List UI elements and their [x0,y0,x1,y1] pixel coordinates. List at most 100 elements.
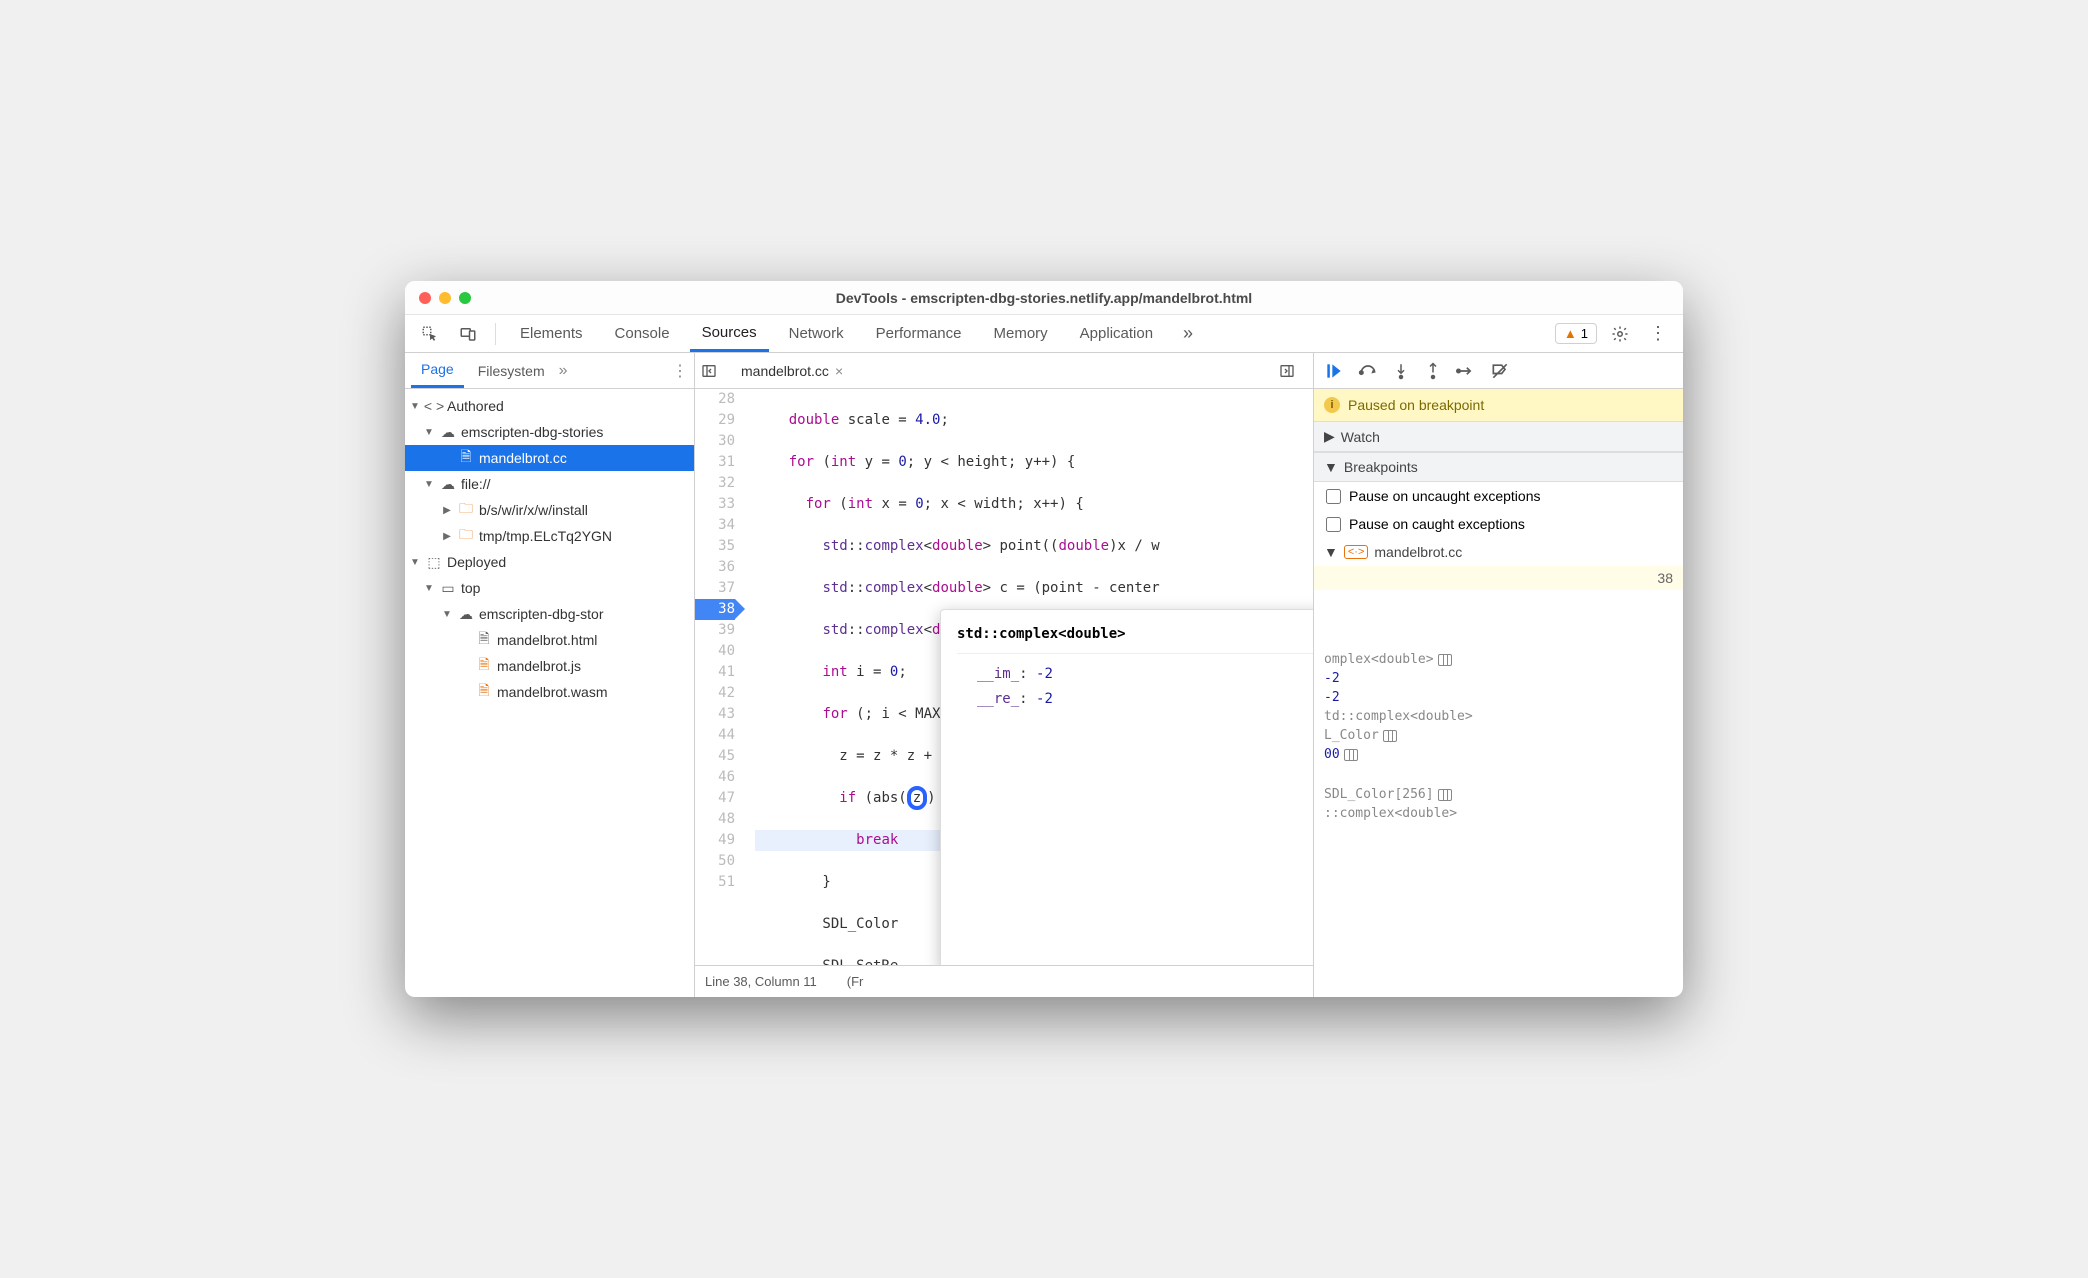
file-icon: 🗎 [475,680,493,704]
nav-tab-filesystem[interactable]: Filesystem [468,353,555,388]
close-window-button[interactable] [419,292,431,304]
tab-application[interactable]: Application [1068,315,1165,352]
memory-chip-icon[interactable] [1438,789,1452,801]
tree-file-scheme[interactable]: ▼☁file:// [405,471,694,497]
tab-console[interactable]: Console [603,315,682,352]
breakpoint-line[interactable]: 38 [1314,566,1683,590]
debugger-toolbar [1314,353,1683,389]
tab-elements[interactable]: Elements [508,315,595,352]
warning-count: 1 [1581,326,1588,341]
folder-icon: 🗀 [457,498,475,522]
navigator-panel: Page Filesystem » ⋮ ▼< >Authored ▼☁emscr… [405,353,695,997]
resume-icon[interactable] [1324,361,1344,381]
tree-deployed[interactable]: ▼⬚Deployed [405,549,694,575]
folder-icon: 🗀 [457,524,475,548]
close-tab-icon[interactable]: × [835,363,843,379]
scope-row[interactable]: td::complex<double> [1314,707,1683,726]
tree-folder-2[interactable]: ▶🗀tmp/tmp.ELcTq2YGN [405,523,694,549]
titlebar: DevTools - emscripten-dbg-stories.netlif… [405,281,1683,315]
tooltip-row: __re_: -2 [957,687,1313,712]
tree-site[interactable]: ▼☁emscripten-dbg-stories [405,419,694,445]
tab-network[interactable]: Network [777,315,856,352]
memory-chip-icon[interactable] [1383,730,1397,742]
line-gutter[interactable]: 2829303132333435363738394041424344454647… [695,389,745,965]
nav-more-tabs-icon[interactable]: » [559,362,568,380]
tree-deployed-site[interactable]: ▼☁emscripten-dbg-stor [405,601,694,627]
pause-message: Paused on breakpoint [1348,397,1484,413]
editor-panel: mandelbrot.cc × 282930313233343536373839… [695,353,1313,997]
scope-row[interactable]: omplex<double> [1314,650,1683,669]
devtools-window: DevTools - emscripten-dbg-stories.netlif… [405,281,1683,997]
brackets-icon: < > [425,398,443,414]
editor-tab-open[interactable]: mandelbrot.cc × [735,363,849,379]
nav-kebab-icon[interactable]: ⋮ [672,361,688,381]
file-icon: 🗎 [457,446,475,470]
cube-icon: ⬚ [425,554,443,571]
tab-sources[interactable]: Sources [690,315,769,352]
device-toggle-icon[interactable] [453,319,483,349]
minimize-window-button[interactable] [439,292,451,304]
toggle-navigator-icon[interactable] [701,363,729,379]
step-into-icon[interactable] [1392,361,1410,381]
scope-row [1314,764,1683,785]
tree-file-js[interactable]: 🗎mandelbrot.js [405,653,694,679]
scope-row[interactable]: ::complex<double> [1314,804,1683,823]
toggle-debugger-icon[interactable] [1279,363,1307,379]
step-out-icon[interactable] [1424,361,1442,381]
frame-icon: ▭ [439,580,457,597]
cursor-position: Line 38, Column 11 [705,974,817,989]
section-watch[interactable]: ▶Watch [1314,421,1683,452]
nav-tab-page[interactable]: Page [411,353,464,388]
tree-top[interactable]: ▼▭top [405,575,694,601]
scope-row[interactable]: 00 [1314,745,1683,764]
tree-authored[interactable]: ▼< >Authored [405,393,694,419]
main-toolbar: Elements Console Sources Network Perform… [405,315,1683,353]
deactivate-breakpoints-icon[interactable] [1490,361,1510,381]
maximize-window-button[interactable] [459,292,471,304]
pause-banner: i Paused on breakpoint [1314,389,1683,421]
info-icon: i [1324,397,1340,413]
tree-folder-1[interactable]: ▶🗀b/s/w/ir/x/w/install [405,497,694,523]
traffic-lights [405,292,471,304]
hover-tooltip: std::complex<double> __im_: -2 __re_: -2 [940,609,1313,965]
cloud-icon: ☁ [439,424,457,441]
tree-file-wasm[interactable]: 🗎mandelbrot.wasm [405,679,694,705]
pause-caught-checkbox[interactable]: Pause on caught exceptions [1314,510,1683,538]
editor-tabs: mandelbrot.cc × [695,353,1313,389]
file-tree: ▼< >Authored ▼☁emscripten-dbg-stories 🗎m… [405,389,694,997]
cloud-icon: ☁ [439,476,457,493]
scope-row[interactable]: SDL_Color[256] [1314,785,1683,804]
tab-memory[interactable]: Memory [982,315,1060,352]
memory-chip-icon[interactable] [1344,749,1358,761]
step-over-icon[interactable] [1358,361,1378,381]
inspect-element-icon[interactable] [415,319,445,349]
warnings-badge[interactable]: ▲ 1 [1555,323,1597,344]
memory-chip-icon[interactable] [1438,654,1452,666]
editor-statusbar: Line 38, Column 11 (Fr [695,965,1313,997]
file-icon: 🗎 [475,628,493,652]
source-badge-icon: <·> [1344,545,1369,559]
code-area[interactable]: 2829303132333435363738394041424344454647… [695,389,1313,965]
divider [495,323,496,345]
hover-variable-highlight[interactable]: z [907,786,927,810]
tooltip-type: std::complex<double> [957,620,1313,654]
section-breakpoints[interactable]: ▼Breakpoints [1314,452,1683,482]
window-title: DevTools - emscripten-dbg-stories.netlif… [405,290,1683,306]
step-icon[interactable] [1456,361,1476,381]
tree-file-html[interactable]: 🗎mandelbrot.html [405,627,694,653]
scope-row[interactable]: L_Color [1314,726,1683,745]
debugger-panel: i Paused on breakpoint ▶Watch ▼Breakpoin… [1313,353,1683,997]
cloud-icon: ☁ [457,606,475,623]
settings-icon[interactable] [1605,319,1635,349]
scope-row[interactable]: -2 [1314,688,1683,707]
kebab-menu-icon[interactable]: ⋮ [1643,319,1673,349]
tree-file-selected[interactable]: 🗎mandelbrot.cc [405,445,694,471]
warning-icon: ▲ [1564,326,1577,341]
file-icon: 🗎 [475,654,493,678]
breakpoint-file[interactable]: ▼<·>mandelbrot.cc [1314,538,1683,566]
more-tabs-icon[interactable]: » [1173,319,1203,349]
tab-performance[interactable]: Performance [864,315,974,352]
tab-filename: mandelbrot.cc [741,363,829,379]
scope-row[interactable]: -2 [1314,669,1683,688]
pause-uncaught-checkbox[interactable]: Pause on uncaught exceptions [1314,482,1683,510]
